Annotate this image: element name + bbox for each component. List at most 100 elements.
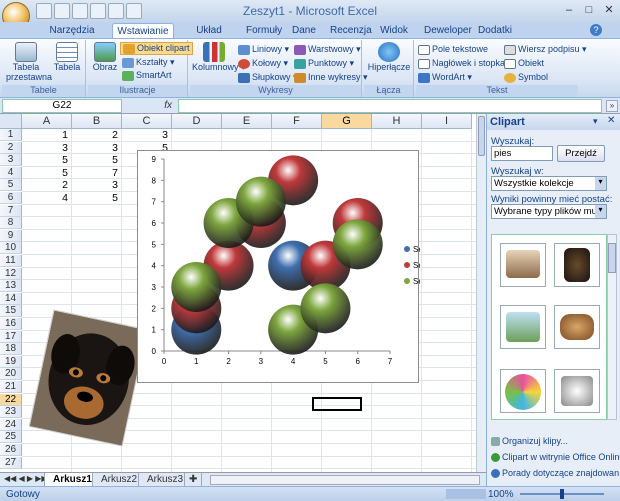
clip-thumb-3[interactable]: [500, 305, 546, 349]
cell-b5[interactable]: 3: [72, 179, 122, 191]
row-header-7[interactable]: 7: [0, 204, 22, 217]
results-type-select[interactable]: Wybrane typy plików multimedi: [491, 204, 607, 219]
row-header-15[interactable]: 15: [0, 305, 22, 318]
vertical-scrollbar[interactable]: [476, 114, 486, 472]
zoom-level[interactable]: 100%: [488, 489, 514, 500]
tab-home[interactable]: Narzędzia główne: [36, 23, 108, 51]
clip-thumb-4[interactable]: [554, 305, 600, 349]
cell-a2[interactable]: 3: [22, 142, 72, 154]
close-button[interactable]: ✕: [600, 2, 618, 18]
cell-a5[interactable]: 2: [22, 179, 72, 191]
cell-c1[interactable]: 3: [122, 129, 172, 141]
tab-view[interactable]: Widok: [376, 23, 412, 38]
line-chart-button[interactable]: Liniowy ▾: [238, 44, 289, 55]
bubble-chart[interactable]: 0 1 2 3 4 5 6 7 8 9 0 1 2 3 4 5 6 7 Serie1 Serie2 Serie3: [137, 150, 437, 383]
row-header-23[interactable]: 23: [0, 406, 22, 419]
tab-insert[interactable]: Wstawianie: [112, 23, 174, 38]
cell-a6[interactable]: 4: [22, 192, 72, 204]
column-header-a[interactable]: A: [22, 114, 72, 129]
column-header-f[interactable]: F: [272, 114, 322, 129]
row-header-18[interactable]: 18: [0, 343, 22, 356]
picture-button[interactable]: Obraz: [90, 42, 120, 72]
name-box[interactable]: G22: [2, 99, 122, 113]
pie-chart-button[interactable]: Kołowy ▾: [238, 58, 288, 69]
formula-input[interactable]: [178, 99, 602, 113]
row-header-25[interactable]: 25: [0, 431, 22, 444]
clip-thumb-6[interactable]: [554, 369, 600, 413]
search-input[interactable]: pies: [491, 146, 553, 161]
row-header-12[interactable]: 12: [0, 267, 22, 280]
area-chart-button[interactable]: Warstwowy ▾: [294, 44, 361, 55]
clip-thumb-1[interactable]: [500, 243, 546, 287]
insert-sheet-icon[interactable]: ✚: [184, 473, 203, 487]
hyperlink-button[interactable]: Hiperłącze: [366, 42, 412, 72]
maximize-button[interactable]: □: [580, 2, 598, 18]
search-in-select[interactable]: Wszystkie kolekcje: [491, 176, 607, 191]
column-header-d[interactable]: D: [172, 114, 222, 129]
row-header-10[interactable]: 10: [0, 242, 22, 255]
sheet-nav-icons[interactable]: ◀◀ ◀ ▶ ▶▶: [4, 474, 48, 483]
view-buttons[interactable]: [446, 489, 486, 499]
row-header-13[interactable]: 13: [0, 280, 22, 293]
zoom-slider-thumb[interactable]: [560, 489, 564, 499]
cell-b2[interactable]: 3: [72, 142, 122, 154]
active-cell-g22[interactable]: [312, 397, 362, 411]
horizontal-scrollbar[interactable]: [210, 475, 480, 485]
cell-b4[interactable]: 7: [72, 167, 122, 179]
expand-formula-icon[interactable]: »: [606, 100, 618, 112]
office-online-link[interactable]: Clipart w witrynie Office Online: [491, 452, 620, 463]
header-footer-button[interactable]: Nagłówek i stopka: [418, 58, 505, 69]
tips-link[interactable]: Porady dotyczące znajdowania klip: [491, 468, 619, 479]
object-button[interactable]: Obiekt: [504, 58, 544, 69]
column-header-b[interactable]: B: [72, 114, 122, 129]
column-chart-button[interactable]: Kolumnowy ▾: [192, 42, 246, 73]
row-header-26[interactable]: 26: [0, 444, 22, 456]
minimize-button[interactable]: –: [560, 2, 578, 18]
textbox-button[interactable]: Pole tekstowe: [418, 44, 488, 55]
fx-icon[interactable]: fx: [126, 99, 176, 113]
tab-data[interactable]: Dane: [288, 23, 318, 38]
tab-page-layout[interactable]: Układ strony: [178, 23, 240, 51]
tab-formulas[interactable]: Formuły: [242, 23, 282, 38]
clipart-button[interactable]: Obiekt clipart: [120, 42, 193, 55]
row-header-17[interactable]: 17: [0, 330, 22, 343]
cell-a4[interactable]: 5: [22, 167, 72, 179]
pane-close-icon[interactable]: ✕: [607, 115, 615, 126]
row-header-6[interactable]: 6: [0, 192, 22, 204]
cell-a3[interactable]: 5: [22, 154, 72, 166]
cell-b3[interactable]: 5: [72, 154, 122, 166]
tab-developer[interactable]: Deweloper: [420, 23, 472, 38]
row-header-1[interactable]: 1: [0, 129, 22, 141]
clip-thumb-2[interactable]: [554, 243, 600, 287]
scroll-thumb[interactable]: [608, 243, 616, 273]
column-header-h[interactable]: H: [372, 114, 422, 129]
column-header-c[interactable]: C: [122, 114, 172, 129]
smartart-button[interactable]: SmartArt: [122, 70, 172, 81]
scroll-thumb[interactable]: [478, 116, 485, 156]
wordart-button[interactable]: WordArt ▾: [418, 72, 472, 83]
row-header-20[interactable]: 20: [0, 368, 22, 381]
table-button[interactable]: Tabela: [50, 42, 84, 72]
row-header-22[interactable]: 22: [0, 393, 22, 406]
row-header-14[interactable]: 14: [0, 292, 22, 305]
column-header-e[interactable]: E: [222, 114, 272, 129]
row-header-9[interactable]: 9: [0, 229, 22, 242]
row-header-27[interactable]: 27: [0, 456, 22, 469]
row-header-8[interactable]: 8: [0, 217, 22, 230]
search-go-button[interactable]: Przejdź: [557, 145, 605, 162]
column-header-i[interactable]: I: [422, 114, 472, 129]
row-header-4[interactable]: 4: [0, 166, 22, 179]
row-header-24[interactable]: 24: [0, 418, 22, 431]
pane-menu-icon[interactable]: ▾: [593, 116, 598, 127]
symbol-button[interactable]: Symbol: [504, 72, 548, 83]
column-header-g[interactable]: G: [322, 114, 372, 129]
help-icon[interactable]: ?: [590, 24, 602, 36]
signature-line-button[interactable]: Wiersz podpisu ▾: [504, 44, 587, 55]
cell-b1[interactable]: 2: [72, 129, 122, 141]
other-charts-button[interactable]: Inne wykresy ▾: [294, 72, 368, 83]
clipart-scrollbar[interactable]: [607, 234, 617, 420]
row-header-11[interactable]: 11: [0, 255, 22, 267]
row-header-2[interactable]: 2: [0, 141, 22, 154]
tab-review[interactable]: Recenzja: [326, 23, 372, 38]
organize-clips-link[interactable]: Organizuj klipy...: [491, 436, 568, 447]
